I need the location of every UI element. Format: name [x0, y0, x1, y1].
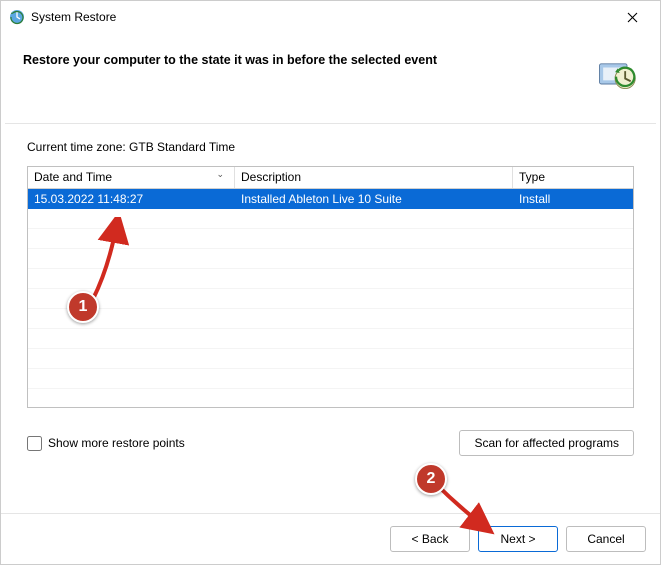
timezone-line: Current time zone: GTB Standard Time: [27, 140, 634, 154]
timezone-value: GTB Standard Time: [129, 140, 235, 154]
table-row-empty: [28, 229, 633, 249]
show-more-text: Show more restore points: [48, 436, 185, 450]
cancel-button[interactable]: Cancel: [566, 526, 646, 552]
table-row-empty: [28, 209, 633, 229]
header: Restore your computer to the state it wa…: [1, 33, 660, 105]
next-button[interactable]: Next >: [478, 526, 558, 552]
annotation-badge-2: 2: [415, 463, 447, 495]
below-grid-row: Show more restore points Scan for affect…: [27, 430, 634, 456]
show-more-checkbox-label[interactable]: Show more restore points: [27, 436, 185, 451]
scan-affected-button[interactable]: Scan for affected programs: [459, 430, 634, 456]
table-row-empty: [28, 369, 633, 389]
content-area: Current time zone: GTB Standard Time Dat…: [1, 124, 660, 462]
restore-hero-icon: [594, 51, 638, 95]
restore-app-icon: [9, 9, 25, 25]
table-row-empty: [28, 329, 633, 349]
column-header-type[interactable]: Type: [513, 167, 633, 188]
close-icon: [627, 12, 638, 23]
titlebar: System Restore: [1, 1, 660, 33]
header-text: Restore your computer to the state it wa…: [23, 51, 437, 67]
column-header-description[interactable]: Description: [235, 167, 513, 188]
timezone-label: Current time zone:: [27, 140, 129, 154]
column-header-datetime[interactable]: Date and Time ⌄: [28, 167, 235, 188]
table-row-empty: [28, 309, 633, 329]
table-row-empty: [28, 349, 633, 369]
system-restore-window: System Restore Restore your computer to …: [0, 0, 661, 565]
table-row-empty: [28, 389, 633, 408]
show-more-checkbox[interactable]: [27, 436, 42, 451]
table-header: Date and Time ⌄ Description Type: [28, 167, 633, 189]
window-title: System Restore: [31, 10, 612, 24]
sort-descending-icon: ⌄: [216, 169, 224, 180]
back-button[interactable]: < Back: [390, 526, 470, 552]
table-row-empty: [28, 269, 633, 289]
table-row[interactable]: 15.03.2022 11:48:27 Installed Ableton Li…: [28, 189, 633, 209]
close-button[interactable]: [612, 3, 652, 31]
table-row-empty: [28, 289, 633, 309]
cell-description: Installed Ableton Live 10 Suite: [235, 190, 513, 208]
cell-type: Install: [513, 190, 633, 208]
footer: < Back Next > Cancel: [1, 513, 660, 564]
cell-datetime: 15.03.2022 11:48:27: [28, 190, 235, 208]
table-row-empty: [28, 249, 633, 269]
restore-points-table: Date and Time ⌄ Description Type 15.03.2…: [27, 166, 634, 408]
